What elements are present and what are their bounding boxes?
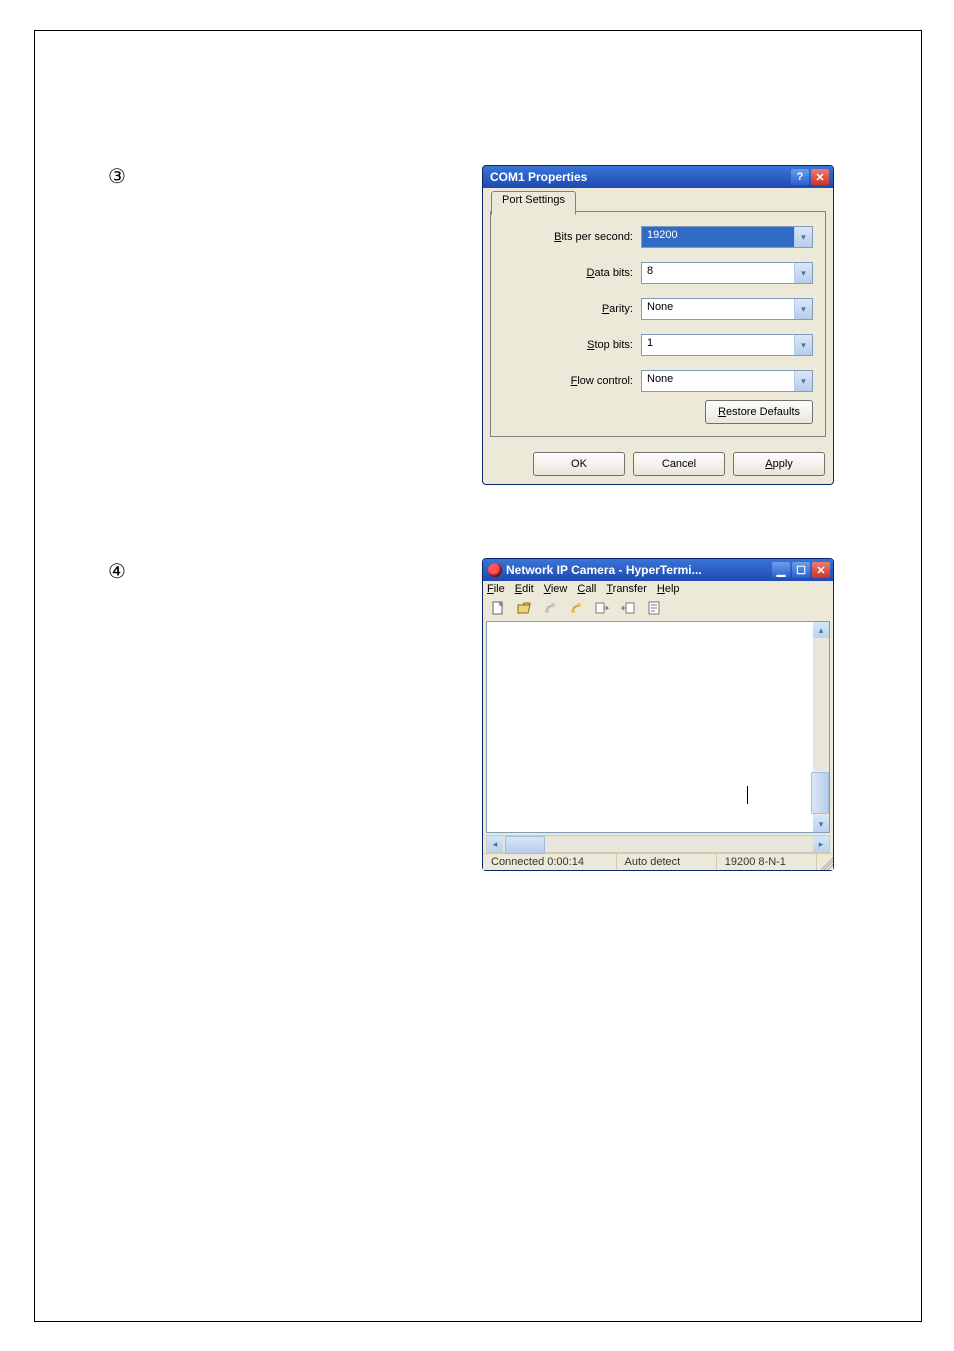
horizontal-scrollbar[interactable]: ◂ ▸: [486, 835, 830, 853]
toolbar: [483, 597, 833, 621]
scroll-down-icon[interactable]: ▾: [813, 816, 829, 832]
scroll-left-icon[interactable]: ◂: [487, 836, 503, 852]
hyperterminal-window: Network IP Camera - HyperTermi... ▁ ☐ ✕ …: [482, 558, 834, 871]
com1-properties-dialog: COM1 Properties ? ✕ Port Settings Bits p…: [482, 165, 834, 485]
chevron-down-icon: ▾: [794, 371, 812, 391]
close-button[interactable]: ✕: [811, 169, 829, 185]
row-data-bits: Data bits: 8 ▾: [503, 262, 813, 284]
row-parity: Parity: None ▾: [503, 298, 813, 320]
send-icon[interactable]: [593, 599, 611, 617]
row-stop-bits: Stop bits: 1 ▾: [503, 334, 813, 356]
ok-button[interactable]: OK: [533, 452, 625, 476]
label-flow-control: Flow control:: [513, 375, 641, 387]
label-data-bits: Data bits:: [513, 267, 641, 279]
disconnect-icon[interactable]: [567, 599, 585, 617]
menu-call[interactable]: Call: [577, 583, 596, 595]
terminal-area[interactable]: ▴ ▾: [486, 621, 830, 833]
flow-control-value: None: [642, 371, 794, 391]
titlebar-text: COM1 Properties: [487, 170, 587, 184]
chevron-down-icon: ▾: [794, 227, 812, 247]
data-bits-combo[interactable]: 8 ▾: [641, 262, 813, 284]
scroll-track[interactable]: [503, 836, 813, 852]
cancel-button[interactable]: Cancel: [633, 452, 725, 476]
bits-per-second-value: 19200: [642, 227, 794, 247]
close-button[interactable]: ✕: [812, 562, 830, 578]
tabstrip: Port Settings: [483, 188, 833, 211]
step-marker-3: ③: [108, 164, 126, 189]
stop-bits-combo[interactable]: 1 ▾: [641, 334, 813, 356]
step-marker-4: ④: [108, 559, 126, 584]
parity-value: None: [642, 299, 794, 319]
row-bits-per-second: Bits per second: 19200 ▾: [503, 226, 813, 248]
menu-edit[interactable]: Edit: [515, 583, 534, 595]
new-icon[interactable]: [489, 599, 507, 617]
minimize-button[interactable]: ▁: [772, 562, 790, 578]
bits-per-second-combo[interactable]: 19200 ▾: [641, 226, 813, 248]
scroll-up-icon[interactable]: ▴: [813, 622, 829, 638]
maximize-button[interactable]: ☐: [792, 562, 810, 578]
stop-bits-value: 1: [642, 335, 794, 355]
scroll-thumb[interactable]: [505, 836, 545, 854]
menu-help[interactable]: Help: [657, 583, 680, 595]
titlebar: COM1 Properties ? ✕: [483, 166, 833, 188]
status-mode: Auto detect: [617, 854, 717, 870]
data-bits-value: 8: [642, 263, 794, 283]
titlebar: Network IP Camera - HyperTermi... ▁ ☐ ✕: [483, 559, 833, 581]
label-bits-per-second: Bits per second:: [513, 231, 641, 243]
apply-button[interactable]: Apply: [733, 452, 825, 476]
menu-file[interactable]: File: [487, 583, 505, 595]
resize-grip-icon[interactable]: [817, 854, 833, 870]
menu-view[interactable]: View: [544, 583, 568, 595]
tab-port-settings[interactable]: Port Settings: [491, 191, 576, 215]
restore-defaults-button[interactable]: Restore Defaults: [705, 400, 813, 424]
vertical-scrollbar[interactable]: ▴ ▾: [813, 622, 829, 832]
open-icon[interactable]: [515, 599, 533, 617]
chevron-down-icon: ▾: [794, 263, 812, 283]
text-cursor: [747, 786, 748, 804]
help-button[interactable]: ?: [791, 169, 809, 185]
status-connected: Connected 0:00:14: [483, 854, 617, 870]
menubar: File Edit View Call Transfer Help: [483, 581, 833, 597]
chevron-down-icon: ▾: [794, 299, 812, 319]
receive-icon[interactable]: [619, 599, 637, 617]
chevron-down-icon: ▾: [794, 335, 812, 355]
statusbar: Connected 0:00:14 Auto detect 19200 8-N-…: [483, 853, 833, 870]
parity-combo[interactable]: None ▾: [641, 298, 813, 320]
label-stop-bits: Stop bits:: [513, 339, 641, 351]
scroll-thumb[interactable]: [811, 772, 829, 814]
hyperterminal-app-icon: [488, 563, 502, 577]
properties-icon[interactable]: [645, 599, 663, 617]
flow-control-combo[interactable]: None ▾: [641, 370, 813, 392]
titlebar-text: Network IP Camera - HyperTermi...: [506, 563, 702, 577]
label-parity: Parity:: [513, 303, 641, 315]
scroll-right-icon[interactable]: ▸: [813, 836, 829, 852]
row-flow-control: Flow control: None ▾: [503, 370, 813, 392]
menu-transfer[interactable]: Transfer: [606, 583, 647, 595]
port-settings-panel: Bits per second: 19200 ▾ Data bits: 8 ▾: [490, 211, 826, 437]
status-settings: 19200 8-N-1: [717, 854, 817, 870]
connect-icon[interactable]: [541, 599, 559, 617]
